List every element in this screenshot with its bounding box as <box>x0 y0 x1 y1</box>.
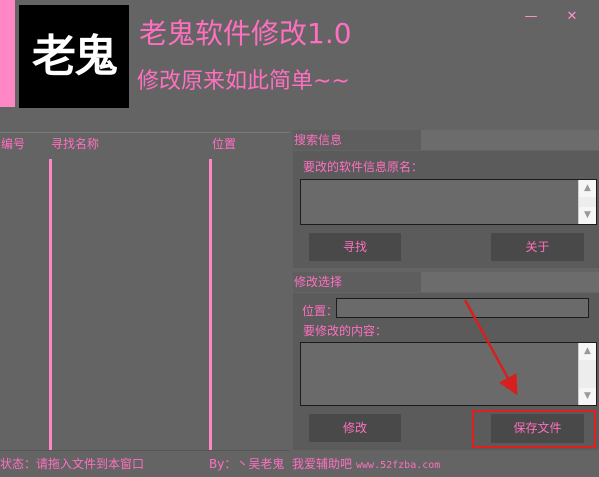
site-credit: 我爱辅助吧 www.52fzba.com <box>292 456 440 474</box>
annotation-highlight-box <box>472 410 596 448</box>
original-name-textarea[interactable]: ▲ ▼ <box>300 179 597 225</box>
triangle-up-icon[interactable]: ▲ <box>579 180 596 197</box>
content-textarea[interactable]: ▲ ▼ <box>300 342 597 406</box>
find-button[interactable]: 寻找 <box>309 233 401 261</box>
column-divider <box>209 159 212 451</box>
author-credit: By：丶吴老鬼 <box>209 457 285 471</box>
left-accent-strip <box>0 0 15 107</box>
vertical-scrollbar[interactable]: ▲ ▼ <box>578 343 596 405</box>
vertical-scrollbar[interactable]: ▲ ▼ <box>578 180 596 224</box>
list-bottom-border <box>0 450 290 451</box>
app-title: 老鬼软件修改1.0 <box>139 17 352 50</box>
modify-section-header: 修改选择 <box>293 272 421 292</box>
modify-button[interactable]: 修改 <box>309 414 401 442</box>
section-header-fill <box>421 272 599 292</box>
section-header-fill <box>421 130 599 150</box>
position-label: 位置： <box>302 304 339 318</box>
app-subtitle: 修改原来如此简单~~ <box>137 69 350 94</box>
content-label: 要修改的内容： <box>303 324 388 338</box>
close-button[interactable]: ✕ <box>563 8 581 26</box>
position-input[interactable] <box>336 298 589 318</box>
triangle-down-icon[interactable]: ▼ <box>579 388 596 405</box>
search-section-header: 搜索信息 <box>293 130 421 150</box>
column-header-name[interactable]: 寻找名称 <box>51 136 99 152</box>
logo-text: 老鬼 <box>32 31 118 82</box>
column-header-position[interactable]: 位置 <box>212 136 236 152</box>
column-header-id[interactable]: 编号 <box>1 136 25 152</box>
column-divider <box>49 159 52 451</box>
results-list[interactable] <box>0 132 290 451</box>
triangle-down-icon[interactable]: ▼ <box>579 207 596 224</box>
minimize-button[interactable]: — <box>522 8 540 26</box>
triangle-up-icon[interactable]: ▲ <box>579 343 596 360</box>
site-name: 我爱辅助吧 <box>292 457 353 471</box>
about-button[interactable]: 关于 <box>491 233 584 261</box>
site-url[interactable]: www.52fzba.com <box>356 460 440 471</box>
original-name-label: 要改的软件信息原名： <box>303 160 424 174</box>
app-logo: 老鬼 <box>19 5 129 108</box>
status-text: 状态：请拖入文件到本窗口 <box>0 457 145 471</box>
